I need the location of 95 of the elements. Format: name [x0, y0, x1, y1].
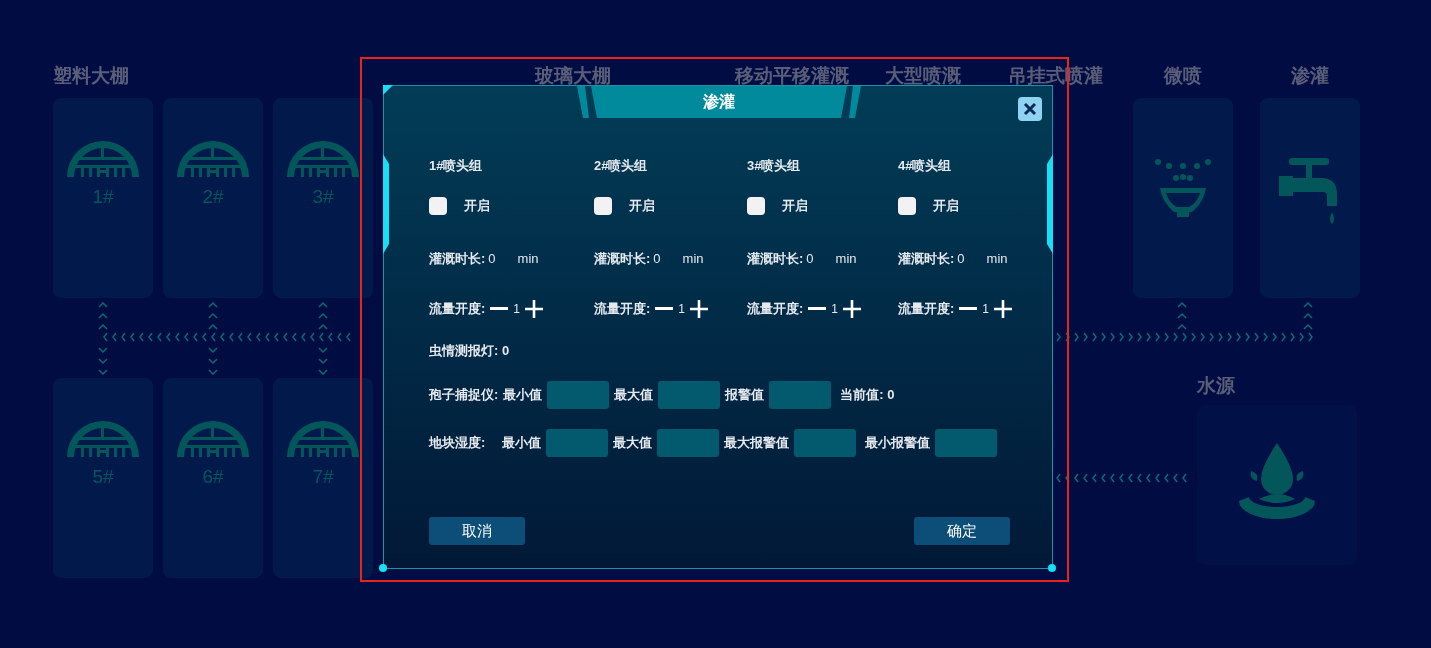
group-title: 2#喷头组 — [594, 157, 648, 176]
input-field[interactable] — [658, 381, 721, 409]
plus-icon — [843, 299, 862, 318]
group-title: 4#喷头组 — [898, 157, 952, 176]
row-label: 孢子捕捉仪: — [429, 386, 499, 405]
greenhouse-number: 1# — [92, 185, 114, 209]
field-label: 流量开度: — [898, 299, 955, 318]
greenhouse-card[interactable]: 5# — [53, 378, 153, 578]
checkbox-label: 开启 — [782, 197, 808, 216]
checkbox-label: 开启 — [933, 197, 959, 216]
increase-button[interactable] — [993, 298, 1014, 319]
field-label: 最小值 — [503, 386, 543, 405]
checkbox[interactable] — [594, 197, 612, 215]
unit-label: min — [835, 249, 857, 268]
greenhouse-number: 7# — [312, 465, 334, 489]
greenhouse-number: 5# — [92, 465, 114, 489]
section-title: 水源 — [1197, 374, 1235, 398]
greenhouse-card[interactable]: 1# — [53, 98, 153, 298]
flow-value: 1 — [831, 300, 839, 318]
section-title: 大型喷溉 — [885, 64, 961, 88]
field-label: 流量开度: — [747, 299, 804, 318]
duration-value: 0 — [488, 249, 496, 268]
minus-icon — [959, 306, 978, 311]
minus-icon — [490, 306, 509, 311]
increase-button[interactable] — [689, 298, 710, 319]
plus-icon — [690, 299, 709, 318]
section-title: 塑料大棚 — [53, 64, 129, 88]
checkbox-label: 开启 — [629, 197, 655, 216]
row-label: 地块湿度: — [429, 434, 486, 453]
field-label: 最大值 — [613, 434, 653, 453]
greenhouse-card[interactable]: 7# — [273, 378, 373, 578]
field-label: 灌溉时长: — [429, 249, 486, 268]
pest-lamp-reading: 虫情测报灯: 0 — [429, 342, 510, 361]
section-title: 渗灌 — [1290, 64, 1330, 88]
field-label: 灌溉时长: — [898, 249, 955, 268]
corner-mark — [383, 85, 393, 95]
unit-label: min — [986, 249, 1008, 268]
section-title: 玻璃大棚 — [535, 64, 611, 88]
field-label: 报警值 — [725, 386, 765, 405]
pipe-drawing — [318, 300, 328, 330]
pipe-drawing — [318, 345, 328, 375]
input-field[interactable] — [794, 429, 857, 457]
field-label: 最大报警值 — [724, 434, 790, 453]
close-icon — [1023, 102, 1037, 116]
greenhouse-card[interactable]: 6# — [163, 378, 263, 578]
unit-label: min — [517, 249, 539, 268]
greenhouse-number: 6# — [202, 465, 224, 489]
pipe-drawing — [208, 345, 218, 375]
checkbox[interactable] — [747, 197, 765, 215]
flow-value: 1 — [678, 300, 686, 318]
pipe-drawing — [98, 300, 108, 330]
field-label: 流量开度: — [429, 299, 486, 318]
pipe-drawing — [1303, 300, 1313, 330]
input-field[interactable] — [769, 381, 832, 409]
field-label: 流量开度: — [594, 299, 651, 318]
pipe-drawing — [98, 345, 108, 375]
pipe-drawing — [1177, 300, 1187, 330]
duration-value: 0 — [653, 249, 661, 268]
increase-button[interactable] — [524, 298, 545, 319]
unit-label: min — [682, 249, 704, 268]
checkbox-label: 开启 — [464, 197, 490, 216]
close-button[interactable] — [1018, 97, 1042, 121]
field-label: 最小报警值 — [865, 434, 931, 453]
checkbox[interactable] — [898, 197, 916, 215]
field-label: 灌溉时长: — [747, 249, 804, 268]
field-label: 灌溉时长: — [594, 249, 651, 268]
greenhouse-number: 3# — [312, 185, 334, 209]
plus-icon — [994, 299, 1013, 318]
checkbox[interactable] — [429, 197, 447, 215]
group-title: 1#喷头组 — [429, 157, 483, 176]
section-title: 移动平移灌溉 — [735, 64, 849, 88]
minus-icon — [655, 306, 674, 311]
pipe-drawing — [208, 300, 218, 330]
greenhouse-card[interactable]: 2# — [163, 98, 263, 298]
field-label: 最小值 — [502, 434, 542, 453]
dialog-button[interactable]: 取消 — [429, 517, 525, 545]
group-title: 3#喷头组 — [747, 157, 801, 176]
current-value: 当前值: 0 — [840, 386, 895, 405]
dialog-title: 渗灌 — [703, 92, 735, 112]
dialog-button[interactable]: 确定 — [914, 517, 1010, 545]
input-field[interactable] — [546, 429, 609, 457]
flow-value: 1 — [982, 300, 990, 318]
input-field[interactable] — [547, 381, 610, 409]
duration-value: 0 — [806, 249, 814, 268]
greenhouse-card[interactable]: 3# — [273, 98, 373, 298]
input-field[interactable] — [657, 429, 720, 457]
input-field[interactable] — [935, 429, 998, 457]
increase-button[interactable] — [842, 298, 863, 319]
field-label: 最大值 — [614, 386, 654, 405]
plus-icon — [525, 299, 544, 318]
section-title: 微喷 — [1162, 64, 1203, 88]
minus-icon — [808, 306, 827, 311]
greenhouse-number: 2# — [202, 185, 224, 209]
flow-value: 1 — [513, 300, 521, 318]
duration-value: 0 — [957, 249, 965, 268]
